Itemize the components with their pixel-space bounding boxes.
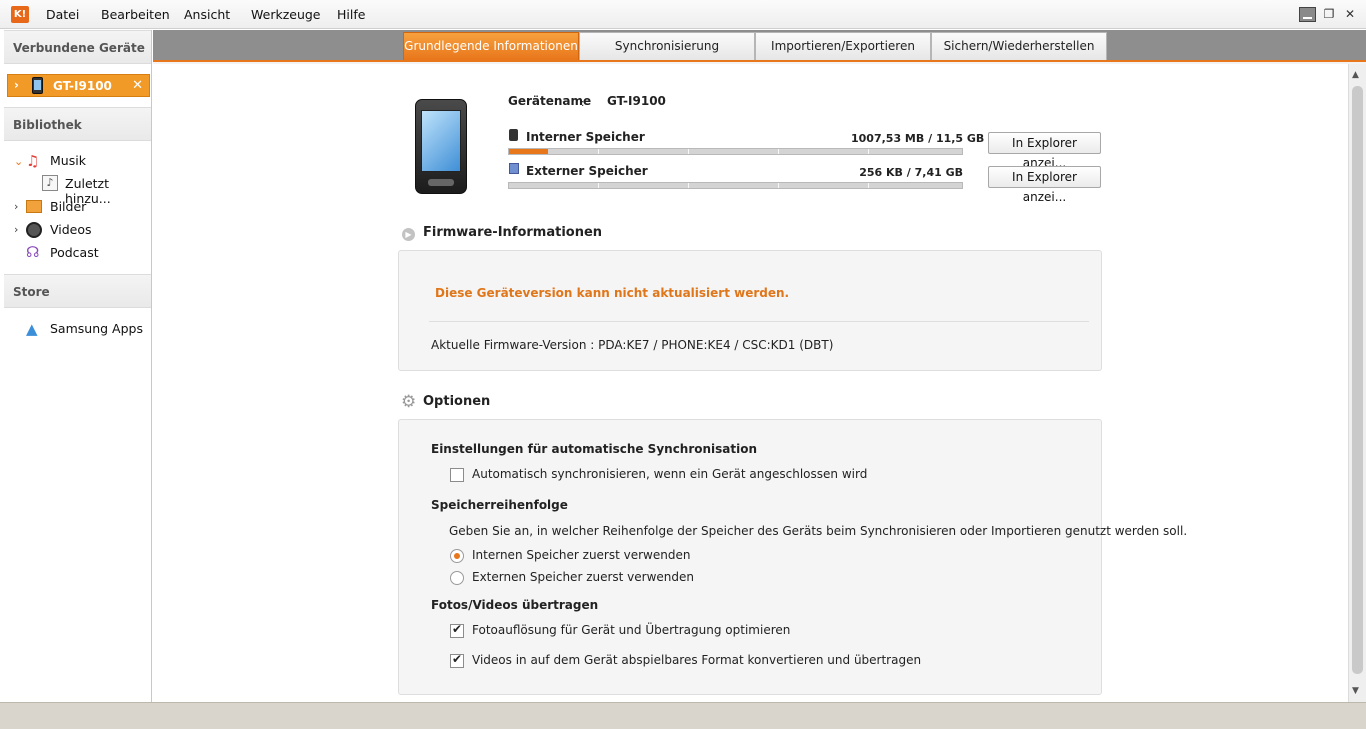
menu-datei[interactable]: Datei: [46, 7, 79, 22]
store-header: Store: [4, 274, 151, 308]
restore-icon[interactable]: ❐: [1321, 7, 1337, 22]
content-area: Gerätename : GT-I9100 Interner Speicher …: [153, 64, 1348, 702]
internal-storage-icon: [509, 129, 518, 141]
pictures-icon: [26, 200, 42, 213]
internal-explorer-button[interactable]: In Explorer anzei...: [988, 132, 1101, 170]
radio-external-label[interactable]: Externen Speicher zuerst verwenden: [472, 570, 694, 584]
connected-devices-header: Verbundene Geräte: [4, 30, 151, 64]
sd-card-icon: [509, 163, 519, 174]
external-explorer-button[interactable]: In Explorer anzei...: [988, 166, 1101, 204]
menubar: K! Datei Bearbeiten Ansicht Werkzeuge Hi…: [0, 0, 1366, 29]
storage-order-description: Geben Sie an, in welcher Reihenfolge der…: [449, 524, 1188, 538]
sidebar-item-videos[interactable]: Videos: [50, 222, 92, 237]
video-convert-label[interactable]: Videos in auf dem Gerät abspielbares For…: [472, 653, 921, 667]
radio-internal-label[interactable]: Internen Speicher zuerst verwenden: [472, 548, 690, 562]
external-storage-bar: [508, 182, 963, 189]
device-name: GT-I9100: [53, 79, 112, 93]
auto-sync-header: Einstellungen für automatische Synchroni…: [431, 442, 758, 456]
disconnect-icon[interactable]: ✕: [132, 78, 143, 93]
radio-internal-first[interactable]: [450, 549, 464, 563]
scroll-up-icon[interactable]: ▲: [1352, 70, 1359, 80]
scroll-down-icon[interactable]: ▼: [1352, 686, 1359, 696]
options-title: Optionen: [423, 394, 491, 409]
photo-optimize-checkbox[interactable]: [450, 622, 464, 638]
tab-basic-info[interactable]: Grundlegende Informationen: [403, 32, 579, 60]
sidebar-item-podcast[interactable]: Podcast: [50, 245, 99, 260]
samsung-apps-icon: ▲: [26, 320, 38, 338]
auto-sync-checkbox[interactable]: [450, 468, 464, 482]
menu-ansicht[interactable]: Ansicht: [184, 7, 230, 22]
tab-bar: Grundlegende Informationen Synchronisier…: [153, 30, 1366, 62]
divider: [429, 321, 1089, 322]
menu-bearbeiten[interactable]: Bearbeiten: [101, 7, 170, 22]
menu-hilfe[interactable]: Hilfe: [337, 7, 365, 22]
internal-storage-value: 1007,53 MB / 11,5 GB: [851, 132, 985, 145]
gear-icon: ⚙: [401, 392, 417, 412]
chevron-right-icon[interactable]: ›: [14, 223, 18, 236]
firmware-message: Diese Geräteversion kann nicht aktualisi…: [435, 286, 790, 300]
transfer-header: Fotos/Videos übertragen: [431, 598, 599, 612]
main-area: Grundlegende Informationen Synchronisier…: [153, 30, 1366, 702]
podcast-icon: ☊: [26, 243, 40, 261]
sidebar-item-pictures[interactable]: Bilder: [50, 199, 86, 214]
app-logo-icon: K!: [11, 6, 29, 23]
firmware-title: Firmware-Informationen: [423, 225, 603, 240]
playlist-icon: ♪: [42, 175, 58, 191]
library-header: Bibliothek: [4, 107, 151, 141]
sidebar-item-samsung-apps[interactable]: Samsung Apps: [50, 321, 143, 336]
internal-storage-label: Interner Speicher: [526, 130, 645, 144]
sidebar-item-music[interactable]: Musik: [50, 153, 86, 168]
videos-icon: [26, 222, 42, 238]
photo-optimize-label[interactable]: Fotoauflösung für Gerät und Übertragung …: [472, 623, 790, 637]
internal-storage-bar: [508, 148, 963, 155]
tab-sync[interactable]: Synchronisierung: [579, 32, 755, 60]
menu-werkzeuge[interactable]: Werkzeuge: [251, 7, 321, 22]
video-convert-checkbox[interactable]: [450, 652, 464, 668]
internal-storage-fill: [509, 149, 548, 154]
status-bar: [0, 702, 1366, 729]
storage-order-header: Speicherreihenfolge: [431, 498, 568, 512]
music-icon: ♫: [26, 152, 40, 170]
chevron-right-icon[interactable]: ›: [14, 78, 19, 92]
sidebar-item-device[interactable]: › GT-I9100 ✕: [7, 74, 150, 97]
scroll-thumb[interactable]: [1352, 86, 1363, 674]
external-storage-value: 256 KB / 7,41 GB: [859, 166, 963, 179]
radio-external-first[interactable]: [450, 571, 464, 585]
phone-image: [415, 99, 467, 194]
tab-backup-restore[interactable]: Sichern/Wiederherstellen: [931, 32, 1107, 60]
device-name-label: Gerätename: [508, 94, 592, 108]
firmware-panel: Diese Geräteversion kann nicht aktualisi…: [398, 250, 1102, 371]
play-circle-icon: ▶: [402, 228, 415, 241]
firmware-version: Aktuelle Firmware-Version : PDA:KE7 / PH…: [431, 338, 834, 352]
close-icon[interactable]: ✕: [1342, 7, 1358, 22]
chevron-down-icon[interactable]: ⌄: [14, 155, 23, 168]
device-name-value: GT-I9100: [607, 94, 666, 108]
tab-import-export[interactable]: Importieren/Exportieren: [755, 32, 931, 60]
sidebar: Verbundene Geräte › GT-I9100 ✕ Bibliothe…: [4, 30, 152, 702]
vertical-scrollbar[interactable]: ▲ ▼: [1348, 64, 1366, 702]
minimize-button[interactable]: [1299, 7, 1316, 22]
device-name-separator: :: [581, 98, 585, 109]
phone-icon: [32, 77, 43, 94]
options-panel: Einstellungen für automatische Synchroni…: [398, 419, 1187, 695]
auto-sync-label[interactable]: Automatisch synchronisieren, wenn ein Ge…: [472, 467, 867, 481]
chevron-right-icon[interactable]: ›: [14, 200, 18, 213]
external-storage-label: Externer Speicher: [526, 164, 648, 178]
